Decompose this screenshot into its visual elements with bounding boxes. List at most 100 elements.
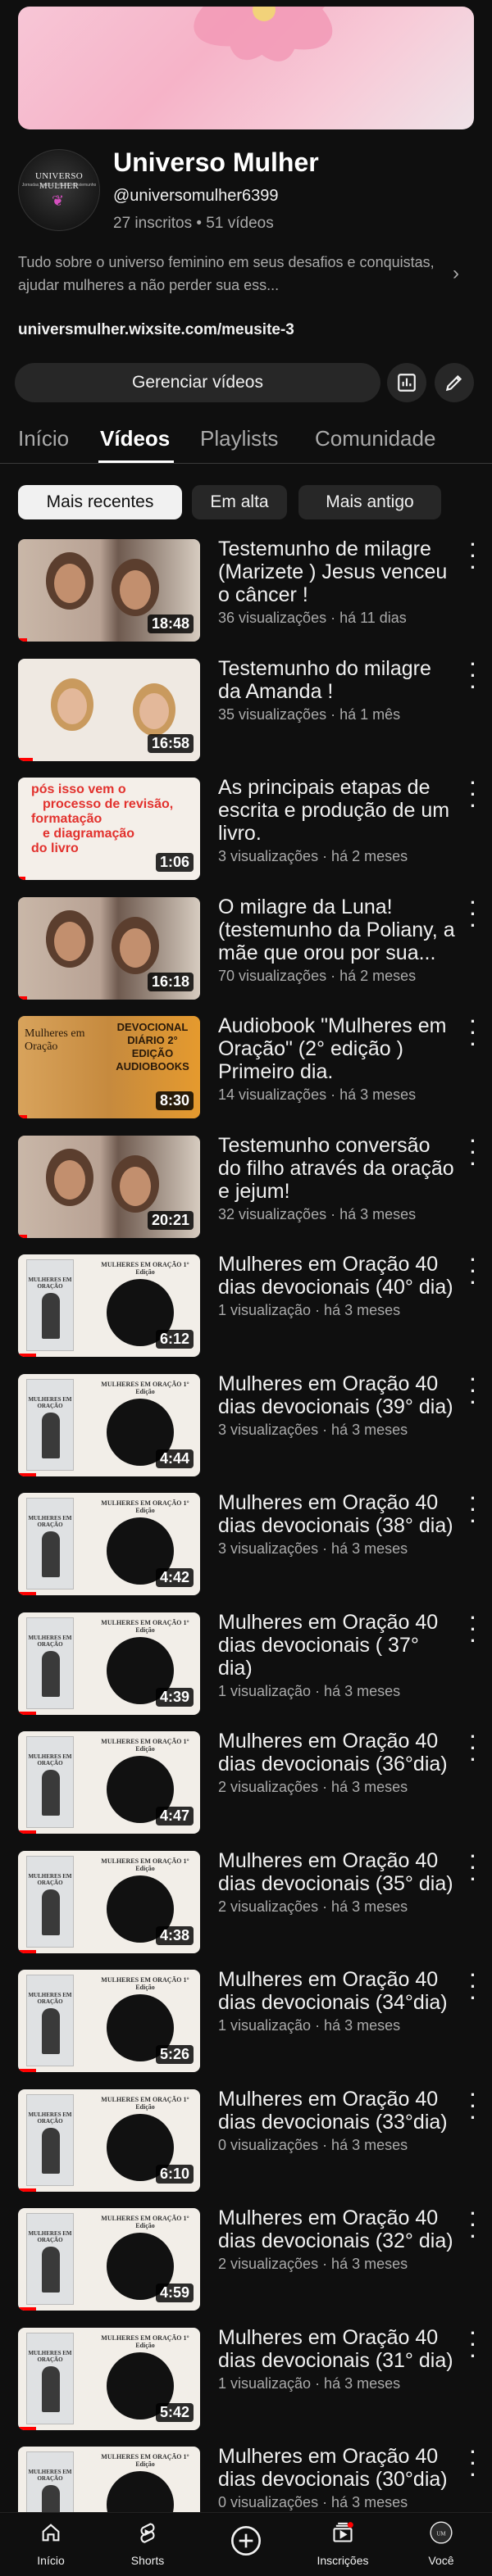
chevron-right-icon[interactable]: › bbox=[453, 262, 459, 285]
video-thumbnail[interactable]: MULHERES EM ORAÇÃO MULHERES EM ORAÇÃO 1° … bbox=[18, 1731, 200, 1834]
video-duration: 6:10 bbox=[155, 2165, 194, 2184]
video-meta: 2 visualizações · há 3 meses bbox=[218, 1779, 408, 1795]
woman-silhouette bbox=[42, 2008, 60, 2054]
more-options-icon[interactable]: · · · bbox=[466, 1728, 481, 1769]
video-thumbnail[interactable]: MULHERES EM ORAÇÃO MULHERES EM ORAÇÃO 1° … bbox=[18, 2089, 200, 2192]
nav-create[interactable] bbox=[205, 2513, 287, 2576]
video-item[interactable]: 16:58 Testemunho do milagre da Amanda ! 35… bbox=[0, 655, 492, 773]
video-item[interactable]: MULHERES EM ORAÇÃO MULHERES EM ORAÇÃO 1° … bbox=[0, 1371, 492, 1489]
woman-silhouette bbox=[42, 2247, 60, 2293]
more-options-icon[interactable]: · · · bbox=[466, 774, 481, 815]
edit-channel-button[interactable] bbox=[435, 363, 474, 402]
more-options-icon[interactable]: · · · bbox=[466, 2443, 481, 2484]
more-options-icon[interactable]: · · · bbox=[466, 655, 481, 696]
video-title[interactable]: Mulheres em Oração 40 dias devocionais (… bbox=[218, 1968, 458, 2014]
more-options-icon[interactable]: · · · bbox=[466, 1609, 481, 1650]
video-title[interactable]: Mulheres em Oração 40 dias devocionais (… bbox=[218, 1491, 458, 1537]
tab-comunidade[interactable]: Comunidade bbox=[315, 426, 435, 451]
video-title[interactable]: Mulheres em Oração 40 dias devocionais (… bbox=[218, 2445, 458, 2491]
video-item[interactable]: MULHERES EM ORAÇÃO MULHERES EM ORAÇÃO 1° … bbox=[0, 1490, 492, 1608]
video-title[interactable]: Mulheres em Oração 40 dias devocionais (… bbox=[218, 1372, 458, 1418]
channel-avatar[interactable]: UNIVERSO MULHER Jornadas, prática, refle… bbox=[18, 149, 100, 231]
channel-handle: @universomulher6399 bbox=[113, 187, 279, 205]
more-options-icon[interactable]: · · · bbox=[466, 1966, 481, 2007]
video-thumbnail[interactable]: MULHERES EM ORAÇÃO MULHERES EM ORAÇÃO 1° … bbox=[18, 2208, 200, 2311]
video-thumbnail[interactable]: MULHERES EM ORAÇÃO MULHERES EM ORAÇÃO 1° … bbox=[18, 1493, 200, 1595]
video-title[interactable]: Mulheres em Oração 40 dias devocionais (… bbox=[218, 2206, 458, 2252]
video-title[interactable]: O milagre da Luna! (testemunho da Polian… bbox=[218, 896, 458, 964]
video-thumbnail[interactable]: MULHERES EM ORAÇÃO MULHERES EM ORAÇÃO 1° … bbox=[18, 2328, 200, 2430]
video-thumbnail[interactable]: MULHERES EM ORAÇÃO MULHERES EM ORAÇÃO 1° … bbox=[18, 1254, 200, 1357]
more-options-icon[interactable]: · · · bbox=[466, 1251, 481, 1292]
more-options-icon[interactable]: · · · bbox=[466, 1013, 481, 1054]
more-options-icon[interactable]: · · · bbox=[466, 1132, 481, 1173]
chip-mais-antigo[interactable]: Mais antigo bbox=[298, 485, 441, 519]
channel-description[interactable]: Tudo sobre o universo feminino em seus d… bbox=[18, 251, 444, 297]
video-thumbnail[interactable]: MULHERES EM ORAÇÃO MULHERES EM ORAÇÃO 1° … bbox=[18, 1612, 200, 1715]
avatar-title: UNIVERSO MULHER bbox=[34, 171, 83, 191]
more-options-icon[interactable]: · · · bbox=[466, 1371, 481, 1412]
video-thumbnail[interactable]: pós isso vem o processo de revisão, format… bbox=[18, 778, 200, 880]
video-item[interactable]: MULHERES EM ORAÇÃO MULHERES EM ORAÇÃO 1° … bbox=[0, 2205, 492, 2323]
tab-videos[interactable]: Vídeos bbox=[100, 426, 170, 451]
video-thumbnail[interactable]: 16:18 bbox=[18, 897, 200, 1000]
video-item[interactable]: MULHERES EM ORAÇÃO MULHERES EM ORAÇÃO 1° … bbox=[0, 1609, 492, 1727]
video-title[interactable]: Testemunho conversão do filho através da… bbox=[218, 1134, 458, 1203]
video-title[interactable]: Mulheres em Oração 40 dias devocionais (… bbox=[218, 2326, 458, 2372]
video-title[interactable]: Testemunho do milagre da Amanda ! bbox=[218, 657, 458, 703]
video-item[interactable]: pós isso vem o processo de revisão, format… bbox=[0, 774, 492, 892]
video-title[interactable]: Testemunho de milagre (Marizete ) Jesus … bbox=[218, 537, 458, 606]
video-meta: 32 visualizações · há 3 meses bbox=[218, 1206, 417, 1222]
nav-shorts[interactable]: Shorts bbox=[107, 2513, 189, 2576]
video-title[interactable]: Mulheres em Oração 40 dias devocionais (… bbox=[218, 1253, 458, 1299]
video-item[interactable]: 16:18 O milagre da Luna! (testemunho da P… bbox=[0, 894, 492, 1012]
video-thumbnail[interactable]: MULHERES EM ORAÇÃO MULHERES EM ORAÇÃO 1° … bbox=[18, 1851, 200, 1953]
more-options-icon[interactable]: · · · bbox=[466, 894, 481, 935]
video-item[interactable]: MULHERES EM ORAÇÃO MULHERES EM ORAÇÃO 1° … bbox=[0, 1966, 492, 2084]
watch-progress-bar bbox=[18, 2307, 37, 2311]
video-item[interactable]: MULHERES EM ORAÇÃO MULHERES EM ORAÇÃO 1° … bbox=[0, 1251, 492, 1369]
video-thumbnail[interactable]: Mulheres em Oração DEVOCIONAL DIÁRIO 2° E… bbox=[18, 1016, 200, 1118]
watch-progress-bar bbox=[18, 758, 33, 761]
more-options-icon[interactable]: · · · bbox=[466, 2205, 481, 2246]
video-item[interactable]: 20:21 Testemunho conversão do filho atrav… bbox=[0, 1132, 492, 1250]
video-thumbnail[interactable]: MULHERES EM ORAÇÃO MULHERES EM ORAÇÃO 1° … bbox=[18, 1970, 200, 2072]
more-options-icon[interactable]: · · · bbox=[466, 2086, 481, 2127]
nav-you[interactable]: UM Você bbox=[400, 2513, 482, 2576]
video-item[interactable]: MULHERES EM ORAÇÃO MULHERES EM ORAÇÃO 1° … bbox=[0, 2324, 492, 2442]
video-thumbnail[interactable]: MULHERES EM ORAÇÃO MULHERES EM ORAÇÃO 1° … bbox=[18, 1374, 200, 1476]
chip-mais-recentes[interactable]: Mais recentes bbox=[18, 485, 182, 519]
more-options-icon[interactable]: · · · bbox=[466, 2324, 481, 2365]
book-cover-title: MULHERES EM ORAÇÃO bbox=[28, 1396, 72, 1409]
book-cover-title: MULHERES EM ORAÇÃO bbox=[28, 2230, 72, 2243]
video-meta: 1 visualização · há 3 meses bbox=[218, 2017, 401, 2034]
nav-subscriptions[interactable]: Inscrições bbox=[302, 2513, 384, 2576]
video-title[interactable]: Mulheres em Oração 40 dias devocionais (… bbox=[218, 2088, 458, 2134]
video-item[interactable]: MULHERES EM ORAÇÃO MULHERES EM ORAÇÃO 1° … bbox=[0, 2086, 492, 2204]
video-item[interactable]: MULHERES EM ORAÇÃO MULHERES EM ORAÇÃO 1° … bbox=[0, 1728, 492, 1846]
channel-link[interactable]: universmulher.wixsite.com/meusite-3 bbox=[18, 321, 294, 339]
nav-home-label: Início bbox=[37, 2554, 65, 2567]
video-title[interactable]: As principais etapas de escrita e produç… bbox=[218, 776, 458, 845]
video-title[interactable]: Mulheres em Oração 40 dias devocionais (… bbox=[218, 1730, 458, 1776]
more-options-icon[interactable]: · · · bbox=[466, 1490, 481, 1531]
video-item[interactable]: Mulheres em Oração DEVOCIONAL DIÁRIO 2° E… bbox=[0, 1013, 492, 1131]
book-cover-title: MULHERES EM ORAÇÃO bbox=[28, 1992, 72, 2005]
video-title[interactable]: Mulheres em Oração 40 dias devocionais (… bbox=[218, 1611, 458, 1680]
manage-videos-button[interactable]: Gerenciar vídeos bbox=[15, 363, 380, 402]
tab-playlists[interactable]: Playlists bbox=[200, 426, 278, 451]
more-options-icon[interactable]: · · · bbox=[466, 536, 481, 577]
video-title[interactable]: Mulheres em Oração 40 dias devocionais (… bbox=[218, 1849, 458, 1895]
nav-home[interactable]: Início bbox=[10, 2513, 92, 2576]
video-title[interactable]: Audiobook "Mulheres em Oração" (2° ediçã… bbox=[218, 1014, 458, 1083]
video-thumbnail[interactable]: 20:21 bbox=[18, 1136, 200, 1238]
more-options-icon[interactable]: · · · bbox=[466, 1848, 481, 1889]
video-thumbnail[interactable]: 16:58 bbox=[18, 659, 200, 761]
tab-inicio[interactable]: Início bbox=[18, 426, 69, 451]
video-thumbnail[interactable]: 18:48 bbox=[18, 539, 200, 642]
chip-em-alta[interactable]: Em alta bbox=[192, 485, 287, 519]
nav-you-label: Você bbox=[428, 2554, 454, 2567]
video-item[interactable]: MULHERES EM ORAÇÃO MULHERES EM ORAÇÃO 1° … bbox=[0, 1848, 492, 1966]
video-item[interactable]: 18:48 Testemunho de milagre (Marizete ) J… bbox=[0, 536, 492, 654]
analytics-button[interactable] bbox=[387, 363, 426, 402]
